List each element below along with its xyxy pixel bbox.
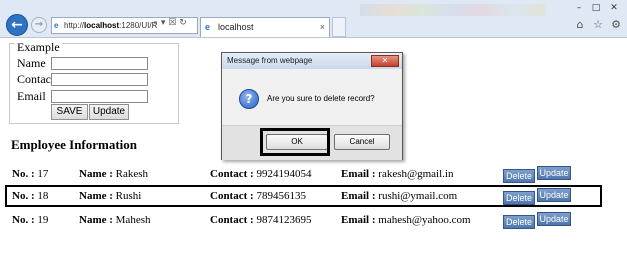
row-update-button[interactable]: Update (537, 188, 571, 202)
no-label: No. : (12, 168, 35, 180)
email-label: Email : (341, 168, 376, 180)
no-label: No. : (12, 214, 35, 226)
gear-icon[interactable]: ⚙ (609, 18, 623, 32)
fieldset-legend: Example (15, 40, 62, 55)
row-email: Email : mahesh@yahoo.com (341, 214, 471, 226)
tab-title: localhost (218, 22, 254, 32)
section-title: Employee Information (11, 137, 138, 152)
employee-no: 17 (37, 168, 49, 180)
delete-button[interactable]: Delete (503, 169, 535, 183)
employee-contact: 9924194054 (256, 168, 312, 180)
email-label: Email (17, 89, 46, 103)
row-number: No. : 18 (12, 190, 48, 202)
email-label: Email : (341, 214, 376, 226)
address-bar-controls[interactable]: ⌕ ▾ ☒ ↻ (153, 18, 187, 28)
employee-contact: 789456135 (256, 190, 306, 202)
employee-email: rakesh@gmail.in (378, 168, 454, 180)
ie-page-icon: e (54, 21, 59, 30)
dialog-titlebar: Message from webpage ✕ (222, 53, 402, 69)
ok-highlight-frame (260, 128, 330, 156)
address-rest: :1280/UI/R (119, 21, 158, 30)
contact-label: Contact : (210, 214, 254, 226)
name-label: Name : (79, 168, 113, 180)
row-contact: Contact : 789456135 (210, 190, 306, 202)
row-name: Name : Rakesh (79, 168, 148, 180)
employee-no: 19 (37, 214, 49, 226)
save-button[interactable]: SAVE (51, 104, 88, 120)
row-update-button[interactable]: Update (537, 212, 571, 226)
home-icon[interactable]: ⌂ (573, 18, 587, 32)
row-name: Name : Rushi (79, 190, 141, 202)
no-label: No. : (12, 190, 35, 202)
minimize-button[interactable]: – (572, 2, 586, 14)
employee-name: Rushi (115, 190, 142, 202)
new-tab-button[interactable] (332, 17, 346, 37)
email-label: Email : (341, 190, 376, 202)
employee-email: mahesh@yahoo.com (378, 214, 471, 226)
delete-button[interactable]: Delete (503, 191, 535, 205)
row-number: No. : 19 (12, 214, 48, 226)
back-arrow-icon[interactable]: ← (6, 14, 28, 36)
close-window-button[interactable]: ✕ (607, 2, 621, 14)
employee-name: Mahesh (115, 214, 151, 226)
employee-name: Rakesh (115, 168, 149, 180)
row-name: Name : Mahesh (79, 214, 150, 226)
toolbar-background-strip (360, 4, 545, 16)
maximize-button[interactable]: □ (589, 2, 603, 14)
employee-email: rushi@ymail.com (378, 190, 458, 202)
ie-page-icon: e (205, 22, 211, 32)
cancel-button[interactable]: Cancel (334, 134, 390, 150)
dialog-close-icon[interactable]: ✕ (371, 55, 399, 67)
forward-arrow-icon[interactable]: → (31, 17, 47, 33)
row-contact: Contact : 9874123695 (210, 214, 311, 226)
contact-label: Contact (17, 72, 55, 86)
address-host: localhost (84, 21, 120, 30)
delete-button[interactable]: Delete (503, 215, 535, 229)
name-label: Name : (79, 190, 113, 202)
row-email: Email : rushi@ymail.com (341, 190, 457, 202)
contact-label: Contact : (210, 168, 254, 180)
dialog-message: Are you sure to delete record? (267, 94, 375, 103)
contact-field[interactable] (51, 73, 148, 86)
name-label: Name : (79, 214, 113, 226)
name-field[interactable] (51, 57, 148, 70)
update-button[interactable]: Update (89, 104, 129, 120)
contact-label: Contact : (210, 190, 254, 202)
question-icon: ? (239, 89, 259, 109)
row-update-button[interactable]: Update (537, 166, 571, 180)
tab-close-icon[interactable]: × (320, 18, 325, 36)
browser-toolbar: – □ ✕ ← → e http://localhost:1280/UI/R ⌕ … (0, 0, 627, 38)
row-contact: Contact : 9924194054 (210, 168, 311, 180)
employee-no: 18 (37, 190, 49, 202)
name-label: Name (17, 56, 46, 70)
email-field[interactable] (51, 90, 148, 103)
employee-contact: 9874123695 (256, 214, 312, 226)
row-number: No. : 17 (12, 168, 48, 180)
address-scheme: http:// (64, 21, 85, 30)
row-email: Email : rakesh@gmail.in (341, 168, 453, 180)
star-icon[interactable]: ☆ (591, 18, 605, 32)
tab-localhost[interactable]: e localhost × (200, 17, 330, 37)
dialog-title: Message from webpage (227, 56, 313, 65)
